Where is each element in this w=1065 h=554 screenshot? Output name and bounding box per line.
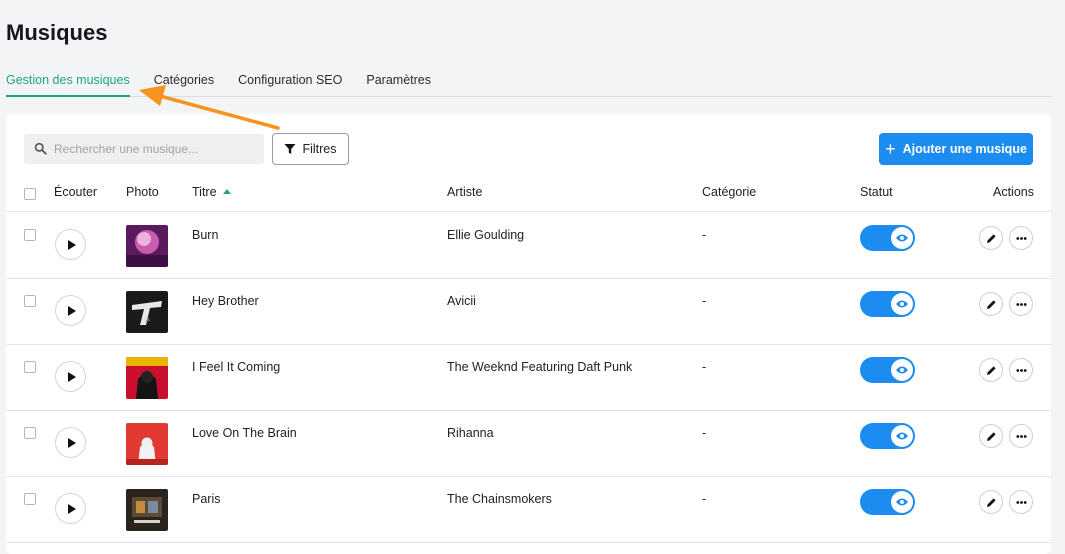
- edit-button[interactable]: [979, 358, 1003, 382]
- album-cover-thumbnail: [126, 291, 168, 333]
- search-box[interactable]: [24, 134, 264, 164]
- edit-button[interactable]: [979, 226, 1003, 250]
- play-button[interactable]: [55, 295, 86, 326]
- column-header-listen: Écouter: [54, 185, 98, 199]
- row-checkbox[interactable]: [24, 229, 36, 241]
- row-artist: Rihanna: [447, 426, 494, 440]
- search-input[interactable]: [54, 134, 258, 164]
- status-toggle[interactable]: [860, 423, 915, 449]
- pencil-icon: [987, 234, 996, 243]
- more-button[interactable]: [1009, 292, 1033, 316]
- row-category: -: [702, 492, 707, 506]
- album-cover-thumbnail: [126, 489, 168, 531]
- row-category: -: [702, 294, 707, 308]
- add-music-button[interactable]: + Ajouter une musique: [879, 133, 1033, 165]
- column-header-artist: Artiste: [447, 185, 483, 199]
- edit-button[interactable]: [979, 490, 1003, 514]
- play-button[interactable]: [55, 493, 86, 524]
- row-category: -: [702, 228, 707, 242]
- edit-button[interactable]: [979, 424, 1003, 448]
- funnel-icon: [284, 144, 296, 154]
- status-toggle[interactable]: [860, 357, 915, 383]
- status-toggle[interactable]: [860, 225, 915, 251]
- more-button[interactable]: [1009, 490, 1033, 514]
- album-cover-thumbnail: [126, 357, 168, 399]
- table-row: Paris The Chainsmokers -: [6, 477, 1051, 543]
- tab-configuration-seo[interactable]: Configuration SEO: [238, 73, 342, 97]
- row-checkbox[interactable]: [24, 361, 36, 373]
- table-row: Burn Ellie Goulding -: [6, 213, 1051, 279]
- eye-icon: [896, 234, 908, 242]
- more-horizontal-icon: [1016, 237, 1027, 240]
- column-header-category: Catégorie: [702, 185, 757, 199]
- row-category: -: [702, 360, 707, 374]
- album-cover-thumbnail: [126, 423, 168, 465]
- table-row: Hey Brother Avicii -: [6, 279, 1051, 345]
- row-category: -: [702, 426, 707, 440]
- pencil-icon: [987, 432, 996, 441]
- row-title: I Feel It Coming: [192, 360, 281, 374]
- column-header-actions: Actions: [993, 185, 1034, 199]
- eye-icon: [896, 498, 908, 506]
- page-title: Musiques: [6, 20, 108, 45]
- table-header: Écouter Photo Titre Artiste Catégorie St…: [6, 178, 1051, 212]
- edit-button[interactable]: [979, 292, 1003, 316]
- more-horizontal-icon: [1016, 501, 1027, 504]
- row-title: Burn: [192, 228, 219, 242]
- row-title: Hey Brother: [192, 294, 259, 308]
- column-header-status: Statut: [860, 185, 893, 199]
- music-table-card: Filtres + Ajouter une musique Écouter Ph…: [6, 114, 1051, 554]
- more-horizontal-icon: [1016, 369, 1027, 372]
- plus-icon: +: [885, 139, 896, 159]
- more-button[interactable]: [1009, 424, 1033, 448]
- filters-button[interactable]: Filtres: [272, 133, 349, 165]
- tab-parametres[interactable]: Paramètres: [366, 73, 431, 97]
- row-artist: Avicii: [447, 294, 476, 308]
- eye-icon: [896, 432, 908, 440]
- eye-icon: [896, 300, 908, 308]
- pencil-icon: [987, 366, 996, 375]
- search-icon: [34, 142, 47, 155]
- eye-icon: [896, 366, 908, 374]
- status-toggle[interactable]: [860, 291, 915, 317]
- filters-button-label: Filtres: [302, 142, 337, 156]
- add-music-button-label: Ajouter une musique: [902, 142, 1027, 156]
- play-button[interactable]: [55, 361, 86, 392]
- row-artist: Ellie Goulding: [447, 228, 525, 242]
- sort-ascending-icon: [222, 189, 231, 194]
- more-horizontal-icon: [1016, 303, 1027, 306]
- row-checkbox[interactable]: [24, 427, 36, 439]
- play-button[interactable]: [55, 229, 86, 260]
- more-horizontal-icon: [1016, 435, 1027, 438]
- row-title: Love On The Brain: [192, 426, 297, 440]
- table-row: I Feel It Coming The Weeknd Featuring Da…: [6, 345, 1051, 411]
- pencil-icon: [987, 300, 996, 309]
- table-row: Love On The Brain Rihanna -: [6, 411, 1051, 477]
- status-toggle[interactable]: [860, 489, 915, 515]
- row-checkbox[interactable]: [24, 295, 36, 307]
- column-header-title-label: Titre: [192, 185, 217, 199]
- column-header-title[interactable]: Titre: [192, 185, 231, 199]
- tab-bar: Gestion des musiques Catégories Configur…: [6, 73, 1052, 97]
- tab-categories[interactable]: Catégories: [154, 73, 214, 97]
- row-title: Paris: [192, 492, 221, 506]
- more-button[interactable]: [1009, 226, 1033, 250]
- album-cover-thumbnail: [126, 225, 168, 267]
- more-button[interactable]: [1009, 358, 1033, 382]
- tab-gestion-des-musiques[interactable]: Gestion des musiques: [6, 73, 130, 97]
- row-artist: The Weeknd Featuring Daft Punk: [447, 360, 633, 374]
- row-checkbox[interactable]: [24, 493, 36, 505]
- select-all-checkbox[interactable]: [24, 188, 36, 200]
- play-button[interactable]: [55, 427, 86, 458]
- column-header-photo: Photo: [126, 185, 159, 199]
- pencil-icon: [987, 498, 996, 507]
- row-artist: The Chainsmokers: [447, 492, 552, 506]
